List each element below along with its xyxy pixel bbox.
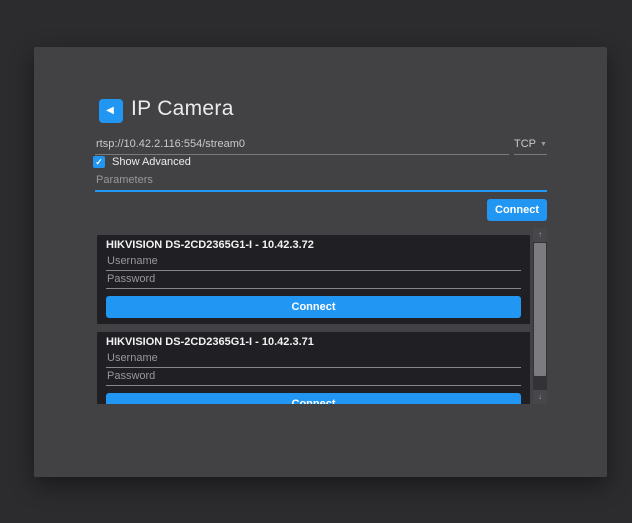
username-field[interactable] — [106, 253, 521, 271]
list-scrollbar[interactable]: ↑ ↓ — [533, 228, 547, 404]
device-name: HIKVISION DS-2CD2365G1-I - 10.42.3.72 — [106, 238, 521, 252]
ip-camera-dialog: ◀ IP Camera TCP ▼ ✓ Show Advanced Connec… — [34, 47, 607, 477]
scroll-up-icon: ↑ — [538, 230, 542, 239]
device-connect-button[interactable]: Connect — [106, 393, 521, 404]
checkbox-checked[interactable]: ✓ — [93, 156, 105, 168]
show-advanced-label: Show Advanced — [112, 156, 191, 168]
device-connect-button[interactable]: Connect — [106, 296, 521, 318]
connect-button[interactable]: Connect — [487, 199, 547, 221]
username-field[interactable] — [106, 350, 521, 368]
device-card: HIKVISION DS-2CD2365G1-I - 10.42.3.71 Co… — [97, 332, 530, 404]
back-arrow-icon: ◀ — [106, 99, 114, 123]
scrollbar-thumb[interactable] — [534, 243, 546, 376]
discovered-devices-list: HIKVISION DS-2CD2365G1-I - 10.42.3.72 Co… — [97, 233, 530, 404]
password-field[interactable] — [106, 368, 521, 386]
device-name: HIKVISION DS-2CD2365G1-I - 10.42.3.71 — [106, 335, 521, 349]
scroll-down-icon: ↓ — [538, 392, 542, 401]
scroll-up-button[interactable]: ↑ — [533, 228, 547, 242]
back-button[interactable]: ◀ — [99, 99, 123, 123]
check-icon: ✓ — [95, 157, 103, 167]
parameters-input[interactable] — [95, 173, 547, 192]
page-title: IP Camera — [131, 97, 234, 121]
rtsp-url-input[interactable] — [95, 136, 509, 155]
show-advanced-toggle[interactable]: ✓ Show Advanced — [93, 156, 191, 168]
device-card: HIKVISION DS-2CD2365G1-I - 10.42.3.72 Co… — [97, 235, 530, 324]
app-background: { "header": { "title": "IP Camera" }, "i… — [0, 0, 632, 523]
scroll-down-button[interactable]: ↓ — [533, 390, 547, 404]
transport-selected-value: TCP — [514, 138, 536, 150]
chevron-down-icon: ▼ — [540, 140, 547, 148]
transport-dropdown[interactable]: TCP ▼ — [514, 136, 547, 155]
password-field[interactable] — [106, 271, 521, 289]
